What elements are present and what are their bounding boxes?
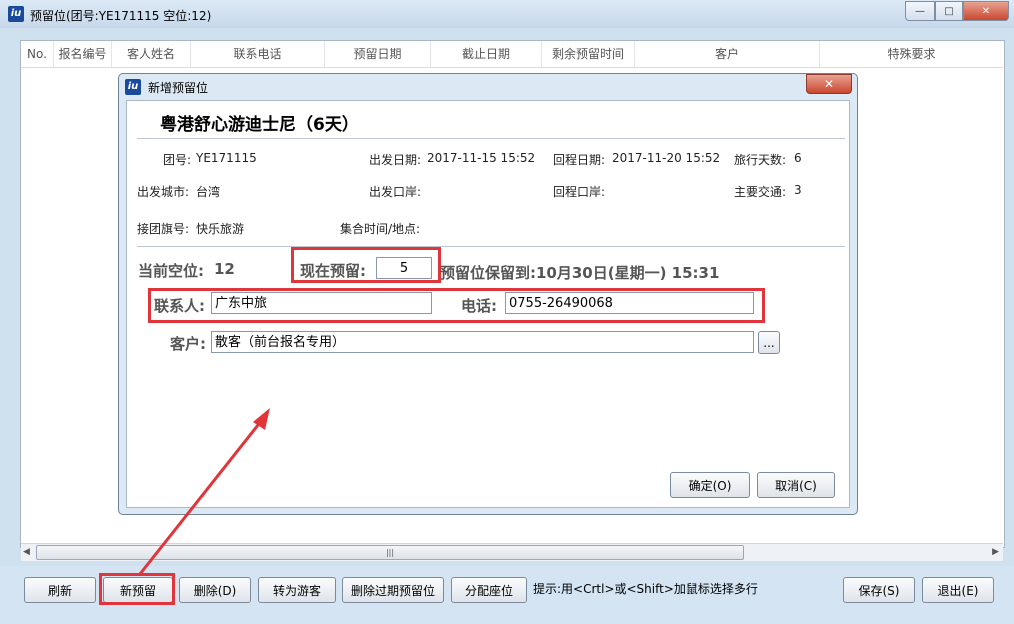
hold-until-text: 预留位保留到:10月30日(星期一) 15:31 [440,264,720,282]
grid-header: No. 报名编号 客人姓名 联系电话 预留日期 截止日期 剩余预留时间 客户 特… [21,41,1003,68]
reserve-now-label: 现在预留: [300,262,366,280]
customer-input[interactable]: 散客（前台报名专用） [211,331,754,353]
contact-label: 联系人: [154,297,205,315]
browse-customer-button[interactable]: ... [758,331,780,354]
depart-city-value: 台湾 [196,185,221,199]
divider [137,246,845,247]
group-no-label: 团号: [163,153,192,167]
column-header-no[interactable]: No. [21,41,54,67]
horizontal-scrollbar[interactable]: ◀ ||| ▶ [21,543,1003,561]
selection-hint: 提示:用<Crtl>或<Shift>加鼠标选择多行 [533,582,758,596]
app-icon: iu [8,6,24,22]
close-icon[interactable]: ✕ [963,1,1009,21]
new-reserve-highlight [99,573,175,605]
return-date-value: 2017-11-20 15:52 [612,151,721,165]
dialog-app-icon: iu [125,79,141,95]
column-header-guest-name[interactable]: 客人姓名 [112,41,191,67]
group-flag-label: 接团旗号: [137,222,190,236]
minimize-icon[interactable]: — [905,1,935,21]
depart-date-value: 2017-11-15 15:52 [427,151,536,165]
column-header-signup-no[interactable]: 报名编号 [54,41,112,67]
current-vacancy-value: 12 [214,260,235,278]
transport-label: 主要交通: [734,185,787,199]
window-controls: — □ ✕ [905,1,1009,21]
group-no-value: YE171115 [196,151,257,165]
dialog-title: 新增预留位 [148,81,209,95]
column-header-remaining-time[interactable]: 剩余预留时间 [542,41,635,67]
ok-button[interactable]: 确定(O) [670,472,750,498]
delete-button[interactable]: 删除(D) [179,577,251,603]
scroll-right-icon[interactable]: ▶ [992,547,999,557]
contact-input[interactable]: 广东中旅 [211,292,432,314]
scroll-thumb[interactable]: ||| [36,545,744,560]
divider [137,138,845,139]
transport-value: 3 [794,183,802,197]
days-label: 旅行天数: [734,153,787,167]
return-port-label: 回程口岸: [553,185,606,199]
days-value: 6 [794,151,802,165]
column-header-deadline[interactable]: 截止日期 [431,41,542,67]
to-tourist-button[interactable]: 转为游客 [258,577,336,603]
exit-button[interactable]: 退出(E) [922,577,994,603]
column-header-special-request[interactable]: 特殊要求 [820,41,1003,67]
phone-input[interactable]: 0755-26490068 [505,292,754,314]
tour-name: 粤港舒心游迪士尼（6天） [160,115,359,135]
depart-port-label: 出发口岸: [369,185,422,199]
cancel-button[interactable]: 取消(C) [757,472,835,498]
refresh-button[interactable]: 刷新 [24,577,96,603]
scroll-left-icon[interactable]: ◀ [23,547,30,557]
phone-label: 电话: [461,297,497,315]
meet-time-place-label: 集合时间/地点: [340,222,421,236]
delete-expired-button[interactable]: 删除过期预留位 [342,577,444,603]
reserve-now-input[interactable]: 5 [376,257,432,279]
window-title: 预留位(团号:YE171115 空位:12) [30,9,212,23]
group-flag-value: 快乐旅游 [196,222,245,236]
column-header-customer[interactable]: 客户 [635,41,820,67]
column-header-reserve-date[interactable]: 预留日期 [325,41,431,67]
current-vacancy-label: 当前空位: [138,262,204,280]
depart-city-label: 出发城市: [137,185,190,199]
depart-date-label: 出发日期: [369,153,422,167]
return-date-label: 回程日期: [553,153,606,167]
dialog-close-icon[interactable]: ✕ [806,74,852,94]
maximize-icon[interactable]: □ [935,1,963,21]
save-button[interactable]: 保存(S) [843,577,915,603]
customer-label: 客户: [170,335,206,353]
column-header-phone[interactable]: 联系电话 [191,41,325,67]
assign-seat-button[interactable]: 分配座位 [451,577,527,603]
